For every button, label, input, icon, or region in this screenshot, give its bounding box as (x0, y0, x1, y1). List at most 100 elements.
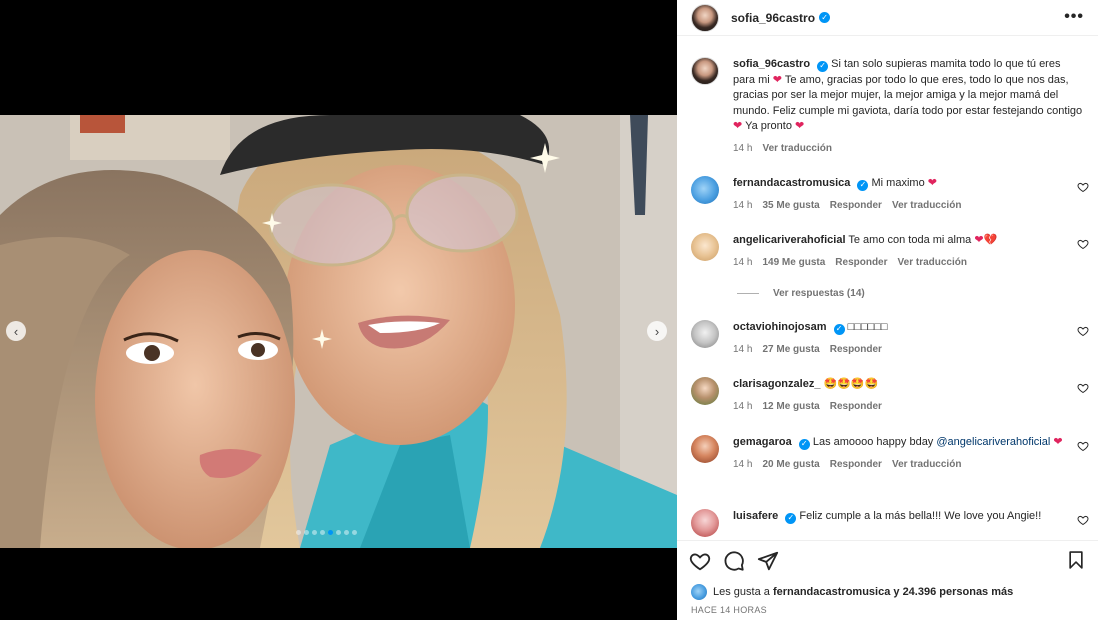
translate-link[interactable]: Ver traducción (892, 457, 961, 473)
author-username[interactable]: sofia_96castro (731, 11, 815, 25)
comment-likes[interactable]: 20 Me gusta (762, 457, 819, 473)
verified-badge-icon: ✓ (857, 179, 869, 191)
comment-avatar[interactable] (691, 233, 719, 261)
heart-outline-icon[interactable] (1077, 514, 1089, 526)
carousel-dot (296, 530, 301, 535)
carousel-dot (328, 530, 333, 535)
post-caption: sofia_96castro ✓ Si tan solo supieras ma… (691, 57, 1085, 156)
comment-bubble-icon[interactable] (723, 550, 745, 572)
comment-time: 14 h (733, 400, 753, 412)
comment-item: octaviohinojosam ✓ □□□□□□ 14 h 27 Me gus… (691, 320, 1089, 358)
comment-text: □□□□□□ (847, 321, 888, 333)
comment-username[interactable]: luisafere (733, 510, 778, 522)
like-heart-icon[interactable] (689, 550, 711, 572)
comment-item: fernandacastromusica ✓ Mi maximo ❤ 14 h … (691, 176, 1089, 214)
post-header: sofia_96castro ✓ ••• (677, 0, 1098, 36)
heart-emoji-icon: ❤ (795, 120, 805, 132)
author-avatar[interactable] (691, 3, 719, 32)
caption-avatar[interactable] (691, 57, 719, 85)
broken-heart-emoji-icon: 💔 (983, 234, 998, 246)
carousel-next-button[interactable]: › (647, 321, 667, 341)
comment-text: 🤩🤩🤩🤩 (823, 378, 879, 390)
comment-time: 14 h (733, 199, 753, 211)
reply-button[interactable]: Responder (835, 255, 887, 271)
caption-line-3: Ya pronto (745, 120, 792, 132)
heart-outline-icon[interactable] (1077, 238, 1089, 250)
comment-avatar[interactable] (691, 435, 719, 463)
comment-username[interactable]: fernandacastromusica (733, 177, 850, 189)
translate-link[interactable]: Ver traducción (898, 255, 967, 271)
verified-badge-icon: ✓ (833, 323, 845, 335)
heart-outline-icon[interactable] (1077, 382, 1089, 394)
liker-username[interactable]: fernandacastromusica (773, 586, 890, 598)
comment-text: Mi maximo (871, 177, 925, 189)
carousel-indicator (296, 530, 357, 535)
comments-list: sofia_96castro ✓ Si tan solo supieras ma… (677, 37, 1098, 540)
post-timestamp[interactable]: HACE 14 HORAS (691, 605, 767, 615)
comment-item: luisafere ✓ Feliz cumple a la más bella!… (691, 509, 1089, 537)
heart-outline-icon[interactable] (1077, 325, 1089, 337)
heart-emoji-icon: ❤ (927, 177, 937, 189)
translate-link[interactable]: Ver traducción (762, 141, 831, 157)
more-options-icon[interactable]: ••• (1064, 9, 1084, 25)
carousel-dot (320, 530, 325, 535)
comment-avatar[interactable] (691, 377, 719, 405)
post-photo (0, 115, 677, 548)
reply-button[interactable]: Responder (830, 342, 882, 358)
comment-username[interactable]: angelicariverahoficial (733, 234, 846, 246)
comment-likes[interactable]: 149 Me gusta (762, 255, 825, 271)
heart-emoji-icon: ❤ (974, 234, 984, 246)
translate-link[interactable]: Ver traducción (892, 198, 961, 214)
likes-others[interactable]: y 24.396 personas más (893, 586, 1013, 598)
mention-link[interactable]: @angelicariverahoficial (936, 436, 1050, 448)
verified-badge-icon: ✓ (798, 438, 810, 450)
view-replies-label[interactable]: Ver respuestas (14) (773, 288, 865, 299)
comment-likes[interactable]: 27 Me gusta (762, 342, 819, 358)
view-replies-link[interactable]: Ver respuestas (14) (737, 288, 865, 299)
replies-divider (737, 293, 759, 294)
caption-username[interactable]: sofia_96castro (733, 58, 810, 70)
photo-illustration (0, 115, 677, 548)
reply-button[interactable]: Responder (830, 399, 882, 415)
post-media: ‹ › (0, 0, 677, 620)
reply-button[interactable]: Responder (830, 457, 882, 473)
caption-time: 14 h (733, 142, 753, 154)
heart-emoji-icon: ❤ (733, 120, 743, 132)
verified-badge-icon: ✓ (819, 12, 831, 23)
share-send-icon[interactable] (757, 550, 779, 572)
comment-likes[interactable]: 12 Me gusta (762, 399, 819, 415)
likes-summary: Les gusta a fernandacastromusica y 24.39… (691, 584, 1013, 600)
liker-avatar[interactable] (691, 584, 707, 600)
comment-time: 14 h (733, 256, 753, 268)
comment-username[interactable]: clarisagonzalez_ (733, 378, 820, 390)
comment-avatar[interactable] (691, 176, 719, 204)
comment-username[interactable]: octaviohinojosam (733, 321, 827, 333)
heart-emoji-icon: ❤ (1053, 436, 1063, 448)
comment-likes[interactable]: 35 Me gusta (762, 198, 819, 214)
comment-time: 14 h (733, 343, 753, 355)
comment-text: Las amoooo happy bday (812, 436, 934, 448)
carousel-dot (312, 530, 317, 535)
heart-outline-icon[interactable] (1077, 181, 1089, 193)
carousel-prev-button[interactable]: ‹ (6, 321, 26, 341)
likes-prefix: Les gusta a (713, 586, 770, 598)
post-panel: sofia_96castro ✓ ••• sofia_96castro ✓ Si… (677, 0, 1098, 620)
verified-badge-icon: ✓ (785, 512, 797, 524)
comment-username[interactable]: gemagaroa (733, 436, 792, 448)
bookmark-save-icon[interactable] (1066, 550, 1086, 570)
comment-avatar[interactable] (691, 509, 719, 537)
reply-button[interactable]: Responder (830, 198, 882, 214)
comment-item: angelicariverahoficial Te amo con toda m… (691, 233, 1089, 271)
caption-text: sofia_96castro ✓ Si tan solo supieras ma… (733, 57, 1085, 135)
comment-text: Te amo con toda mi alma (848, 234, 972, 246)
caption-line-2: Te amo, gracias por todo lo que eres, to… (733, 73, 1083, 117)
comment-avatar[interactable] (691, 320, 719, 348)
comment-item: gemagaroa ✓ Las amoooo happy bday @angel… (691, 435, 1089, 473)
carousel-dot (352, 530, 357, 535)
heart-outline-icon[interactable] (1077, 440, 1089, 452)
comment-text: Feliz cumple a la más bella!!! We love y… (799, 510, 1042, 522)
heart-emoji-icon: ❤ (772, 73, 782, 86)
action-bar (677, 540, 1098, 580)
carousel-dot (304, 530, 309, 535)
comment-item: clarisagonzalez_ 🤩🤩🤩🤩 14 h 12 Me gusta R… (691, 377, 1089, 415)
